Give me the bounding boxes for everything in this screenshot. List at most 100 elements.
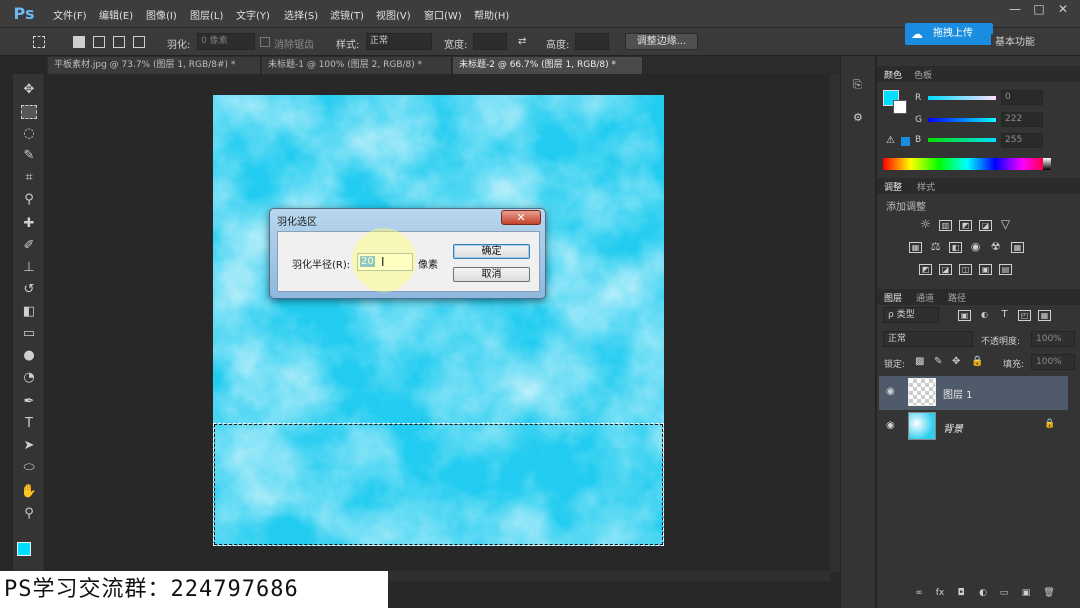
opacity-input[interactable]: 100% [1031,331,1075,347]
layer-mask-icon[interactable]: ◘ [955,587,967,599]
dialog-close-button[interactable]: ✕ [501,210,541,225]
vibrance-adjust-icon[interactable]: ▽ [999,218,1012,231]
maximize-button[interactable]: □ [1028,2,1050,16]
lock-all-icon[interactable]: 🔒 [971,356,983,367]
smart-filter-icon[interactable]: ▦ [1038,310,1051,321]
close-window-button[interactable]: ✕ [1052,2,1074,16]
visibility-eye-icon[interactable]: ◉ [886,386,895,397]
style-select[interactable]: 正常 [366,33,432,50]
height-input[interactable] [575,33,609,50]
move-tool-icon[interactable]: ✥ [19,80,39,100]
color-balance-adjust-icon[interactable]: ⚖ [929,241,942,253]
gradient-tool-icon[interactable]: ▭ [19,324,39,344]
channel-r-slider[interactable] [928,96,996,100]
antialias-checkbox[interactable] [260,37,270,47]
healing-brush-tool-icon[interactable]: ✚ [19,214,39,234]
channel-mixer-adjust-icon[interactable]: ☢ [989,241,1002,253]
history-brush-tool-icon[interactable]: ↺ [19,280,39,300]
width-input[interactable] [473,33,507,50]
selective-color-adjust-icon[interactable]: ▣ [979,264,992,275]
gradient-map-adjust-icon[interactable]: ▤ [999,264,1012,275]
photo-filter-adjust-icon[interactable]: ◉ [969,241,982,253]
fill-input[interactable]: 100% [1031,354,1075,370]
tab-swatches[interactable]: 色板 [914,68,932,81]
channel-b-slider[interactable] [928,138,996,142]
marquee-tool-preset-icon[interactable] [33,36,45,48]
channel-g-slider[interactable] [928,118,996,122]
posterize-adjust-icon[interactable]: ◪ [939,264,952,275]
pen-tool-icon[interactable]: ✒ [19,392,39,412]
tab-document-2[interactable]: 未标题-1 @ 100% (图层 2, RGB/8) * [262,57,452,74]
layer-row-layer1[interactable]: ◉ 图层 1 [879,376,1068,410]
color-lookup-adjust-icon[interactable]: ▦ [1011,242,1024,253]
menu-window[interactable]: 窗口(W) [424,7,462,22]
delete-layer-icon[interactable]: 🗑 [1043,587,1055,599]
menu-file[interactable]: 文件(F) [53,7,87,22]
color-spectrum[interactable] [883,158,1051,170]
zoom-tool-icon[interactable]: ⚲ [19,504,39,524]
menu-type[interactable]: 文字(Y) [236,7,270,22]
vertical-scrollbar[interactable] [830,74,840,572]
adjust-filter-icon[interactable]: ◐ [978,310,991,321]
tab-adjustments[interactable]: 调整 [884,180,902,193]
new-layer-icon[interactable]: ▣ [1020,587,1032,599]
gamut-swatch[interactable] [901,137,910,146]
brightness-adjust-icon[interactable]: ☼ [919,218,932,231]
feather-input[interactable]: 0 像素 [197,33,255,50]
new-group-icon[interactable]: ▭ [998,587,1010,599]
cancel-button[interactable]: 取消 [453,267,530,282]
crop-tool-icon[interactable]: ⌗ [19,168,39,188]
swap-icon[interactable]: ⇄ [518,36,526,47]
type-filter-icon[interactable]: T [998,310,1011,321]
black-white-adjust-icon[interactable]: ◧ [949,242,962,253]
gamut-warning-icon[interactable]: ⚠ [886,135,895,146]
path-select-tool-icon[interactable]: ➤ [19,436,39,456]
properties-panel-icon[interactable]: ⚙ [853,111,863,124]
visibility-eye-icon[interactable]: ◉ [886,420,895,431]
curves-adjust-icon[interactable]: ◩ [959,220,972,231]
minimize-button[interactable]: — [1004,2,1026,16]
workspace-select[interactable]: 基本功能 [991,34,1077,51]
layer-row-background[interactable]: ◉ 背景 🔒 [879,410,1068,444]
refine-edge-button[interactable]: 调整边缘... [625,33,698,50]
eraser-tool-icon[interactable]: ◧ [19,302,39,322]
ellipse-tool-icon[interactable]: ⬭ [19,458,39,478]
menu-layer[interactable]: 图层(L) [190,7,223,22]
menu-help[interactable]: 帮助(H) [474,7,509,22]
layer-style-icon[interactable]: fx [934,587,946,599]
exposure-adjust-icon[interactable]: ◪ [979,220,992,231]
new-selection-icon[interactable] [73,36,85,48]
foreground-color-swatch[interactable] [17,542,31,556]
menu-select[interactable]: 选择(S) [284,7,318,22]
tab-color[interactable]: 颜色 [884,68,902,81]
lasso-tool-icon[interactable]: ◌ [19,124,39,144]
marquee-tool-icon[interactable] [21,105,37,119]
menu-view[interactable]: 视图(V) [376,7,411,22]
channel-r-value[interactable]: 0 [1001,90,1043,105]
menu-edit[interactable]: 编辑(E) [99,7,133,22]
tab-channels[interactable]: 通道 [916,291,934,304]
lock-pixels-icon[interactable]: ✎ [934,356,942,367]
lock-transparent-icon[interactable]: ▩ [915,356,924,367]
ok-button[interactable]: 确定 [453,244,530,259]
channel-b-value[interactable]: 255 [1001,133,1043,148]
lock-position-icon[interactable]: ✥ [952,356,960,367]
dodge-tool-icon[interactable]: ◔ [19,368,39,388]
subtract-selection-icon[interactable] [113,36,125,48]
brush-tool-icon[interactable]: ✐ [19,236,39,256]
menu-image[interactable]: 图像(I) [146,7,177,22]
intersect-selection-icon[interactable] [133,36,145,48]
clone-stamp-tool-icon[interactable]: ⊥ [19,258,39,278]
color-spectrum-bw[interactable] [1043,158,1051,170]
history-panel-icon[interactable]: ⎘ [853,78,862,92]
type-tool-icon[interactable]: T [19,414,39,434]
hand-tool-icon[interactable]: ✋ [19,482,39,502]
menu-filter[interactable]: 滤镜(T) [330,7,364,22]
tab-styles[interactable]: 样式 [917,180,935,193]
eyedropper-tool-icon[interactable]: ⚲ [19,190,39,210]
shape-filter-icon[interactable]: ◰ [1018,310,1031,321]
adjustment-layer-icon[interactable]: ◐ [977,587,989,599]
blend-mode-select[interactable]: 正常 [883,331,973,347]
levels-adjust-icon[interactable]: ▥ [939,220,952,231]
add-selection-icon[interactable] [93,36,105,48]
